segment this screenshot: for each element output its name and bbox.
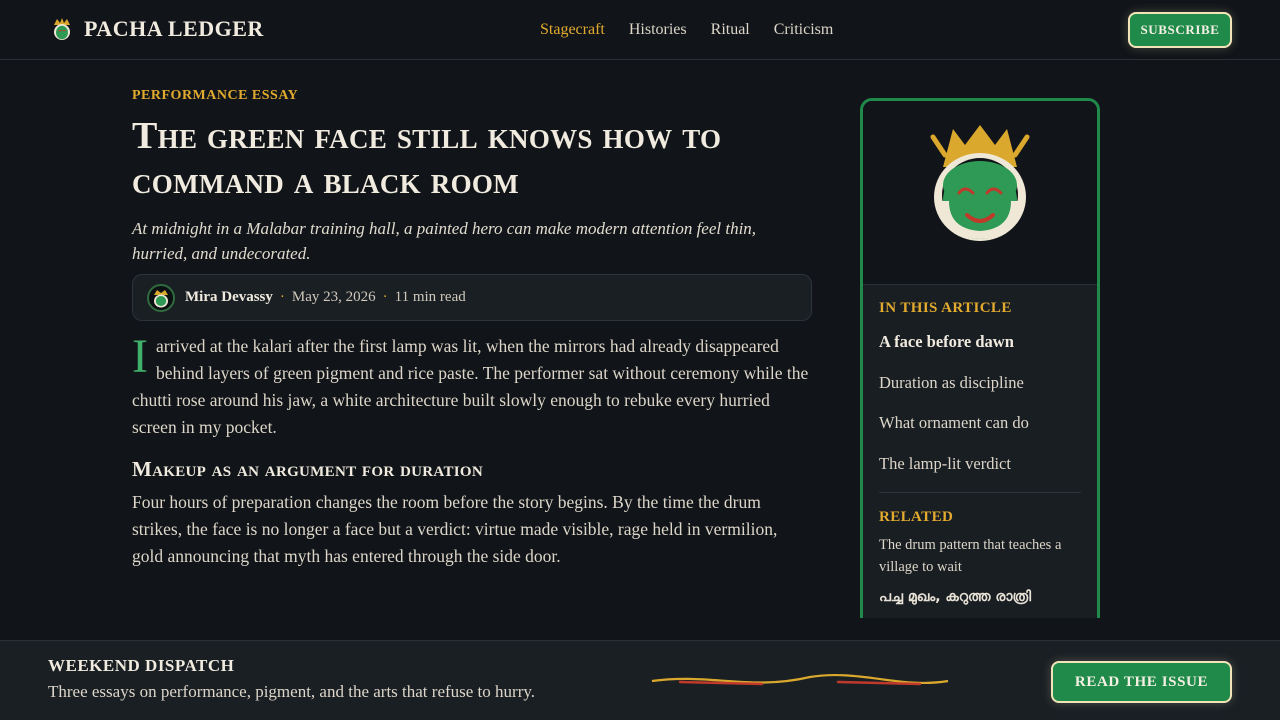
read-time: 11 min read <box>394 289 466 305</box>
article-kicker: PERFORMANCE ESSAY <box>132 88 299 103</box>
lede-paragraph: Iarrived at the kalari after the first l… <box>132 333 812 441</box>
body-paragraph: Four hours of preparation changes the ro… <box>132 492 778 566</box>
toc-item[interactable]: Duration as discipline <box>879 372 1081 394</box>
portrait-panel <box>863 101 1097 285</box>
nav-item-criticism[interactable]: Criticism <box>774 19 834 41</box>
drop-cap: I <box>132 330 148 383</box>
dispatch-text: Three essays on performance, pigment, an… <box>48 682 535 701</box>
toc-label: IN THIS ARTICLE <box>879 300 1012 316</box>
nav-item-stagecraft[interactable]: Stagecraft <box>540 19 605 41</box>
table-of-contents: IN THIS ARTICLE A face before dawn Durat… <box>863 285 1097 608</box>
separator-dot: · <box>279 289 285 305</box>
dispatch-title: WEEKEND DISPATCH <box>48 656 235 675</box>
avatar-face-icon <box>154 289 168 307</box>
publish-date: May 23, 2026 <box>291 289 376 305</box>
toc-item[interactable]: A face before dawn <box>879 331 1081 353</box>
kathakali-logo-icon <box>54 18 70 40</box>
decorative-wave-icon <box>651 673 949 686</box>
article: PERFORMANCE ESSAY The green face still k… <box>132 86 812 570</box>
author-name[interactable]: Mira Devassy <box>185 289 273 306</box>
related-link[interactable]: The drum pattern that teaches a village … <box>879 534 1081 578</box>
brand-name: PACHA LEDGER <box>84 16 264 41</box>
separator-dot: · <box>382 289 388 305</box>
brand[interactable]: PACHA LEDGER <box>50 14 264 44</box>
kathakali-face-illustration <box>930 125 1030 241</box>
nav-item-ritual[interactable]: Ritual <box>711 19 750 41</box>
byline: Mira Devassy · May 23, 2026 · 11 min rea… <box>132 274 812 321</box>
subscribe-button[interactable]: SUBSCRIBE <box>1128 12 1232 48</box>
related-link[interactable]: പച്ച മുഖം, കറുത്ത രാത്രി <box>879 586 1081 608</box>
lede-text: arrived at the kalari after the first la… <box>132 336 809 437</box>
nav-item-histories[interactable]: Histories <box>629 19 687 41</box>
article-headline: The green face still knows how to comman… <box>132 115 722 202</box>
top-navigation-bar: PACHA LEDGER Stagecraft Histories Ritual… <box>0 0 1280 60</box>
related-label: RELATED <box>879 508 954 525</box>
newsletter-bar: WEEKEND DISPATCH Three essays on perform… <box>0 640 1280 720</box>
primary-nav: Stagecraft Histories Ritual Criticism <box>540 19 833 41</box>
read-issue-button[interactable]: READ THE ISSUE <box>1051 661 1232 703</box>
author-avatar[interactable] <box>147 283 175 312</box>
divider <box>879 491 1081 493</box>
toc-item[interactable]: The lamp-lit verdict <box>879 453 1081 475</box>
toc-item[interactable]: What ornament can do <box>879 412 1081 434</box>
article-sidebar: IN THIS ARTICLE A face before dawn Durat… <box>860 98 1100 618</box>
article-dek: At midnight in a Malabar training hall, … <box>132 219 757 263</box>
section-heading: Makeup as an argument for duration <box>132 457 483 481</box>
